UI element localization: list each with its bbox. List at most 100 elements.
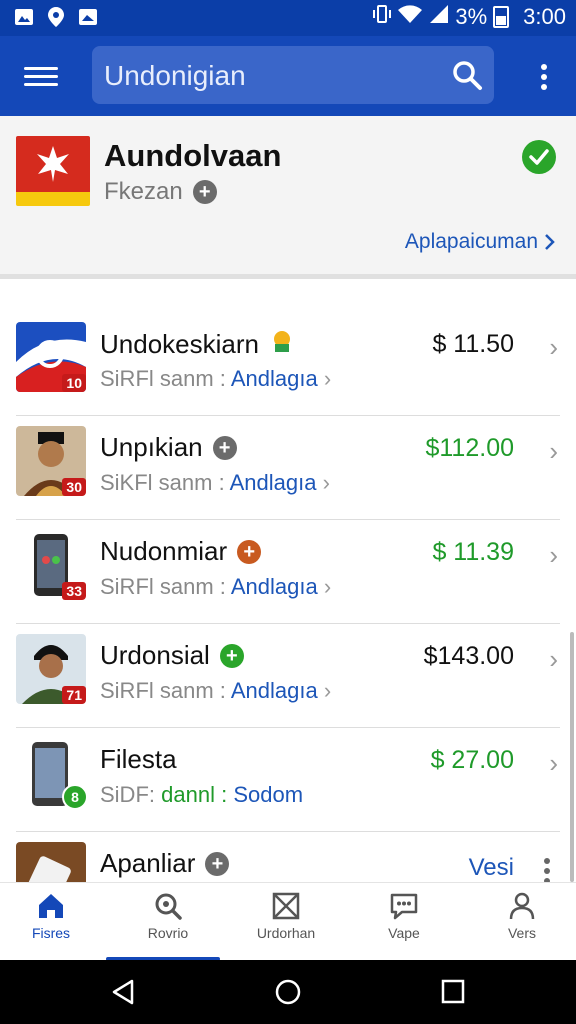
location-icon [46, 7, 66, 27]
item-sub-label: SiKFl sanm : [100, 470, 225, 495]
chevron-right-icon[interactable]: › [549, 540, 558, 571]
nav-label: Vers [507, 925, 536, 941]
item-sub-value[interactable]: Andlagıa [231, 366, 318, 391]
chevron-right-icon: › [323, 574, 332, 599]
award-icon [269, 328, 295, 361]
menu-icon[interactable] [24, 62, 58, 90]
wifi-icon [397, 4, 423, 30]
item-subtitle: SiRFl sanm : Andlagıa › [100, 678, 331, 704]
add-icon[interactable]: + [219, 643, 244, 668]
signal-icon [429, 4, 449, 30]
item-subtitle: SiKFl sanm : Andlagıa › [100, 470, 330, 496]
chevron-right-icon[interactable]: › [549, 748, 558, 779]
item-sub-label: SiDF: [100, 782, 155, 807]
image-icon [78, 7, 98, 27]
item-sub-value[interactable]: Andlagıa [231, 574, 318, 599]
item-badge: 10 [62, 374, 86, 392]
item-title-wrap: Nudonmiar + [100, 536, 262, 567]
list-item[interactable]: 71 Urdonsial + SiRFl sanm : Andlagıa › $… [16, 624, 560, 728]
item-badge: 8 [62, 784, 88, 810]
item-title-wrap: Apanliar + [100, 848, 230, 879]
nav-label: Vape [388, 925, 420, 941]
item-title: Unpıkian [100, 432, 203, 462]
item-title: Urdonsial [100, 640, 210, 670]
header-link-label[interactable]: Aplapaicuman [405, 230, 538, 254]
item-title-wrap: Filesta [100, 744, 177, 775]
chevron-right-icon[interactable]: › [549, 332, 558, 363]
home-icon [39, 894, 63, 918]
item-subtitle: SiRFl sanm : Andlagıa › [100, 574, 331, 600]
item-sub-value[interactable]: Sodom [233, 782, 303, 807]
item-title-wrap: Unpıkian + [100, 432, 237, 463]
item-sub-value[interactable]: Andlagıa [230, 470, 317, 495]
search-icon [155, 893, 182, 920]
item-sub-label-green: dannl : [161, 782, 228, 807]
header-subtitle: Fkezan + [104, 178, 217, 206]
item-price: $ 11.39 [432, 538, 514, 566]
chevron-right-icon: › [322, 470, 330, 495]
chevron-right-icon[interactable]: › [549, 436, 558, 467]
gallery-icon [14, 7, 34, 27]
search-icon[interactable] [450, 58, 484, 92]
item-subtitle: SiRFl sanm : Andlagıa › [100, 366, 331, 392]
header-link[interactable]: Aplapaicuman [405, 230, 556, 254]
search-bar[interactable]: Undonigian [92, 46, 494, 104]
battery-icon [493, 6, 510, 28]
home-button-icon[interactable] [274, 978, 302, 1006]
item-subtitle: SiDF: dannl : Sodom [100, 782, 303, 808]
status-bar: 3% 3:00 [0, 0, 576, 36]
list-item[interactable]: 30 Unpıkian + SiKFl sanm : Andlagıa › $1… [16, 416, 560, 520]
more-options-icon[interactable] [540, 64, 548, 92]
scrollbar[interactable] [570, 632, 574, 882]
back-icon[interactable] [110, 978, 136, 1006]
item-title: Undokeskiarn [100, 329, 259, 359]
item-price: $ 11.50 [432, 330, 514, 358]
item-badge: 33 [62, 582, 86, 600]
flag-logo [16, 136, 90, 206]
list-item[interactable]: 33 Nudonmiar + SiRFl sanm : Andlagıa › $… [16, 520, 560, 624]
profile-header: Aundolvaan Fkezan + Aplapaicuman [0, 116, 576, 279]
item-title: Apanliar [100, 848, 196, 878]
nav-label: Fisres [31, 925, 71, 941]
nav-item-profile[interactable]: Vers [467, 891, 576, 941]
nav-label: Rovrio [147, 925, 189, 941]
item-thumbnail: 33 [16, 530, 86, 600]
page-title: Aundolvaan [104, 138, 282, 173]
nav-item-home[interactable]: Fisres [0, 891, 106, 941]
nav-item-search[interactable]: Rovrio [113, 891, 223, 941]
item-thumbnail: 10 [16, 322, 86, 392]
verified-check-icon [522, 140, 556, 174]
recents-icon[interactable] [440, 978, 466, 1006]
chevron-right-icon: › [323, 366, 332, 391]
item-title: Nudonmiar [100, 536, 228, 566]
item-avatar: 30 [16, 426, 86, 496]
nav-item-box[interactable]: Urdorhan [231, 891, 341, 941]
item-price: $ 27.00 [430, 746, 514, 774]
header-subtitle-text: Fkezan [104, 178, 183, 205]
item-badge: 30 [62, 478, 86, 496]
plus-icon[interactable]: + [212, 435, 237, 460]
item-action-link[interactable]: Vesi [469, 854, 514, 882]
basketball-icon: + [237, 539, 262, 564]
list-item[interactable]: 10 Undokeskiarn SiRFl sanm : Andlagıa › … [16, 312, 560, 416]
list-item[interactable]: 8 Filesta SiDF: dannl : Sodom $ 27.00 › [16, 728, 560, 832]
chat-icon [390, 893, 418, 920]
chevron-right-icon: › [323, 678, 332, 703]
app-bar: Undonigian [0, 36, 576, 116]
item-title-wrap: Undokeskiarn [100, 328, 295, 361]
plus-icon[interactable]: + [192, 180, 217, 204]
item-list: 10 Undokeskiarn SiRFl sanm : Andlagıa › … [0, 312, 576, 935]
clock: 3:00 [523, 4, 566, 29]
vibrate-icon [373, 4, 392, 30]
nav-item-chat[interactable]: Vape [349, 891, 459, 941]
nav-label: Urdorhan [256, 925, 316, 941]
item-avatar: 71 [16, 634, 86, 704]
search-input[interactable]: Undonigian [104, 60, 246, 92]
item-sub-label: SiRFl sanm : [100, 678, 226, 703]
item-thumbnail: 8 [16, 738, 88, 810]
chevron-right-icon [545, 234, 555, 250]
item-title: Filesta [100, 744, 177, 774]
item-sub-value[interactable]: Andlagıa [231, 678, 318, 703]
plus-icon[interactable]: + [205, 851, 230, 876]
chevron-right-icon[interactable]: › [549, 644, 558, 675]
